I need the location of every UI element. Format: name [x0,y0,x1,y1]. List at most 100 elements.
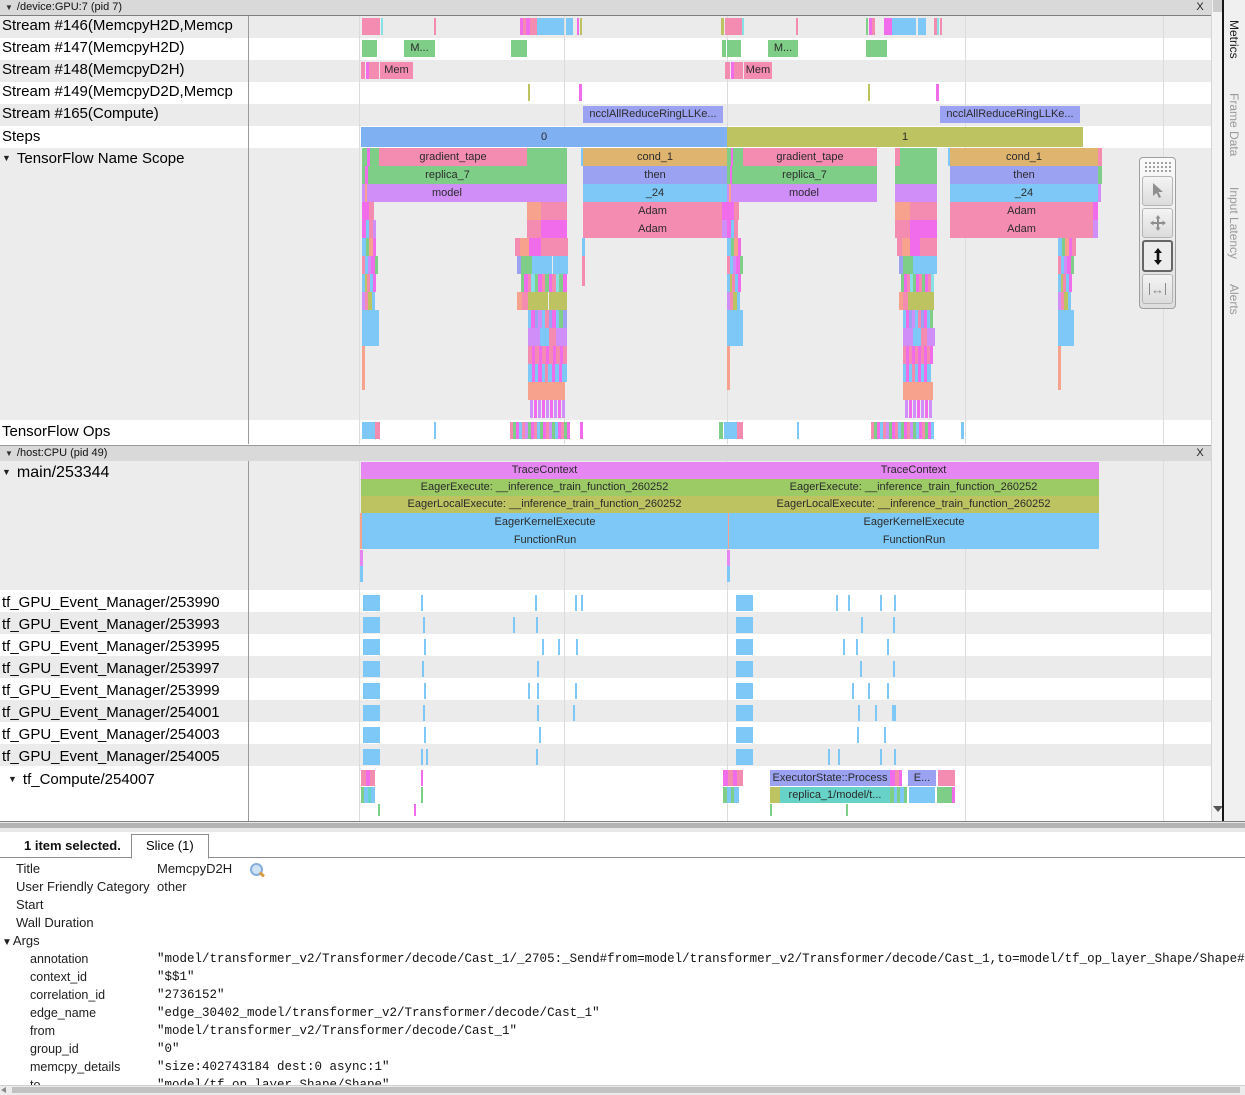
trace-event[interactable] [927,328,935,346]
trace-event[interactable] [363,617,380,633]
trace-event[interactable] [558,400,561,418]
trace-event[interactable]: FunctionRun [362,531,728,549]
trace-event[interactable] [936,84,939,101]
trace-event[interactable] [513,617,515,633]
trace-event[interactable] [577,18,579,35]
pan-tool-button[interactable] [1142,208,1173,238]
trace-event[interactable] [903,328,913,346]
trace-event[interactable] [528,84,530,101]
trace-event[interactable] [796,18,798,35]
trace-event[interactable] [537,661,539,677]
tab-slice[interactable]: Slice (1) [131,834,209,859]
trace-event[interactable] [931,422,934,439]
trace-event[interactable] [913,256,925,274]
trace-event[interactable] [579,84,582,101]
trace-event[interactable] [424,639,426,655]
trace-event[interactable] [537,18,564,35]
trace-event[interactable] [737,770,743,786]
trace-event[interactable] [582,256,585,286]
trace-event[interactable] [736,661,753,677]
trace-event[interactable] [373,220,376,238]
trace-event[interactable] [546,400,549,418]
trace-event[interactable] [362,346,365,390]
track-label-tensorflow-ops[interactable]: TensorFlow Ops [0,423,110,440]
trace-event[interactable]: replica_7 [368,166,527,184]
trace-event[interactable] [742,18,744,35]
trace-event[interactable] [908,292,922,310]
trace-event[interactable] [770,787,780,803]
trace-event[interactable] [528,683,530,699]
gpu-section-header[interactable]: ▼/device:GPU:7 (pid 7) X [0,0,1211,16]
trace-event[interactable] [421,749,423,765]
trace-event[interactable] [541,238,568,256]
trace-event[interactable] [360,550,363,566]
trace-event[interactable] [527,148,567,166]
trace-event[interactable] [925,400,928,418]
trace-event[interactable] [736,639,753,655]
trace-event[interactable] [537,683,539,699]
trace-event[interactable] [722,40,726,57]
trace-event[interactable] [362,202,369,220]
trace-event[interactable] [539,727,541,743]
trace-event[interactable] [913,328,921,346]
trace-event[interactable] [375,256,378,274]
tab-frame-data[interactable]: Frame Data [1227,93,1241,156]
scroll-left-arrow-icon[interactable] [1,1087,6,1093]
trace-event[interactable] [562,364,567,382]
trace-event[interactable] [532,256,552,274]
tab-alerts[interactable]: Alerts [1227,284,1241,315]
trace-event[interactable] [860,661,862,677]
trace-event[interactable] [930,310,933,328]
trace-event[interactable] [740,256,743,274]
trace-event[interactable] [556,328,567,346]
trace-event[interactable] [868,683,870,699]
trace-event[interactable] [848,595,850,611]
trace-event[interactable]: _24 [583,184,727,202]
trace-event[interactable] [550,400,553,418]
trace-event[interactable] [527,166,567,184]
track-label-stream-147[interactable]: Stream #147(MemcpyH2D) [0,39,185,56]
trace-event[interactable] [542,400,545,418]
trace-event[interactable] [362,422,375,439]
trace-event[interactable] [895,220,910,238]
trace-event[interactable] [537,705,539,721]
trace-event[interactable] [893,661,895,677]
trace-event[interactable] [566,18,573,35]
track-label-event-manager[interactable]: tf_GPU_Event_Manager/253995 [0,638,220,655]
trace-event[interactable] [868,84,870,101]
trace-event[interactable] [734,62,743,79]
trace-event[interactable] [929,400,932,418]
trace-event[interactable] [937,787,952,803]
trace-event[interactable] [737,292,740,310]
trace-event[interactable] [727,550,730,566]
trace-event[interactable] [362,18,380,35]
trace-event[interactable] [909,400,912,418]
trace-event[interactable] [843,639,845,655]
trace-event[interactable] [895,166,937,184]
trace-event[interactable] [576,639,578,655]
scrollbar-thumb[interactable] [1213,0,1222,12]
trace-event[interactable] [580,18,582,35]
collapse-triangle-icon[interactable]: ▼ [2,467,11,477]
track-label-event-manager[interactable]: tf_GPU_Event_Manager/254005 [0,748,220,765]
trace-event[interactable] [527,220,541,238]
trace-event[interactable]: ncclAllReduceRingLLKe... [583,106,723,123]
trace-event[interactable] [549,292,567,310]
trace-event[interactable] [521,256,532,274]
trace-event[interactable] [575,683,577,699]
trace-event[interactable] [738,274,741,292]
trace-event[interactable] [727,346,730,390]
track-label-event-manager[interactable]: tf_GPU_Event_Manager/253997 [0,660,220,677]
trace-event[interactable] [884,18,892,35]
trace-event[interactable] [1058,346,1061,390]
trace-event[interactable] [961,422,964,439]
trace-event[interactable] [361,62,365,79]
trace-event[interactable] [562,400,565,418]
trace-event[interactable] [527,202,541,220]
trace-event[interactable] [582,238,585,256]
trace-event[interactable]: Adam [950,202,1093,220]
trace-event[interactable]: ncclAllReduceRingLLKe... [940,106,1080,123]
collapse-triangle-icon[interactable]: ▼ [2,937,12,948]
trace-event[interactable] [1098,184,1101,202]
trace-event[interactable] [511,40,527,57]
